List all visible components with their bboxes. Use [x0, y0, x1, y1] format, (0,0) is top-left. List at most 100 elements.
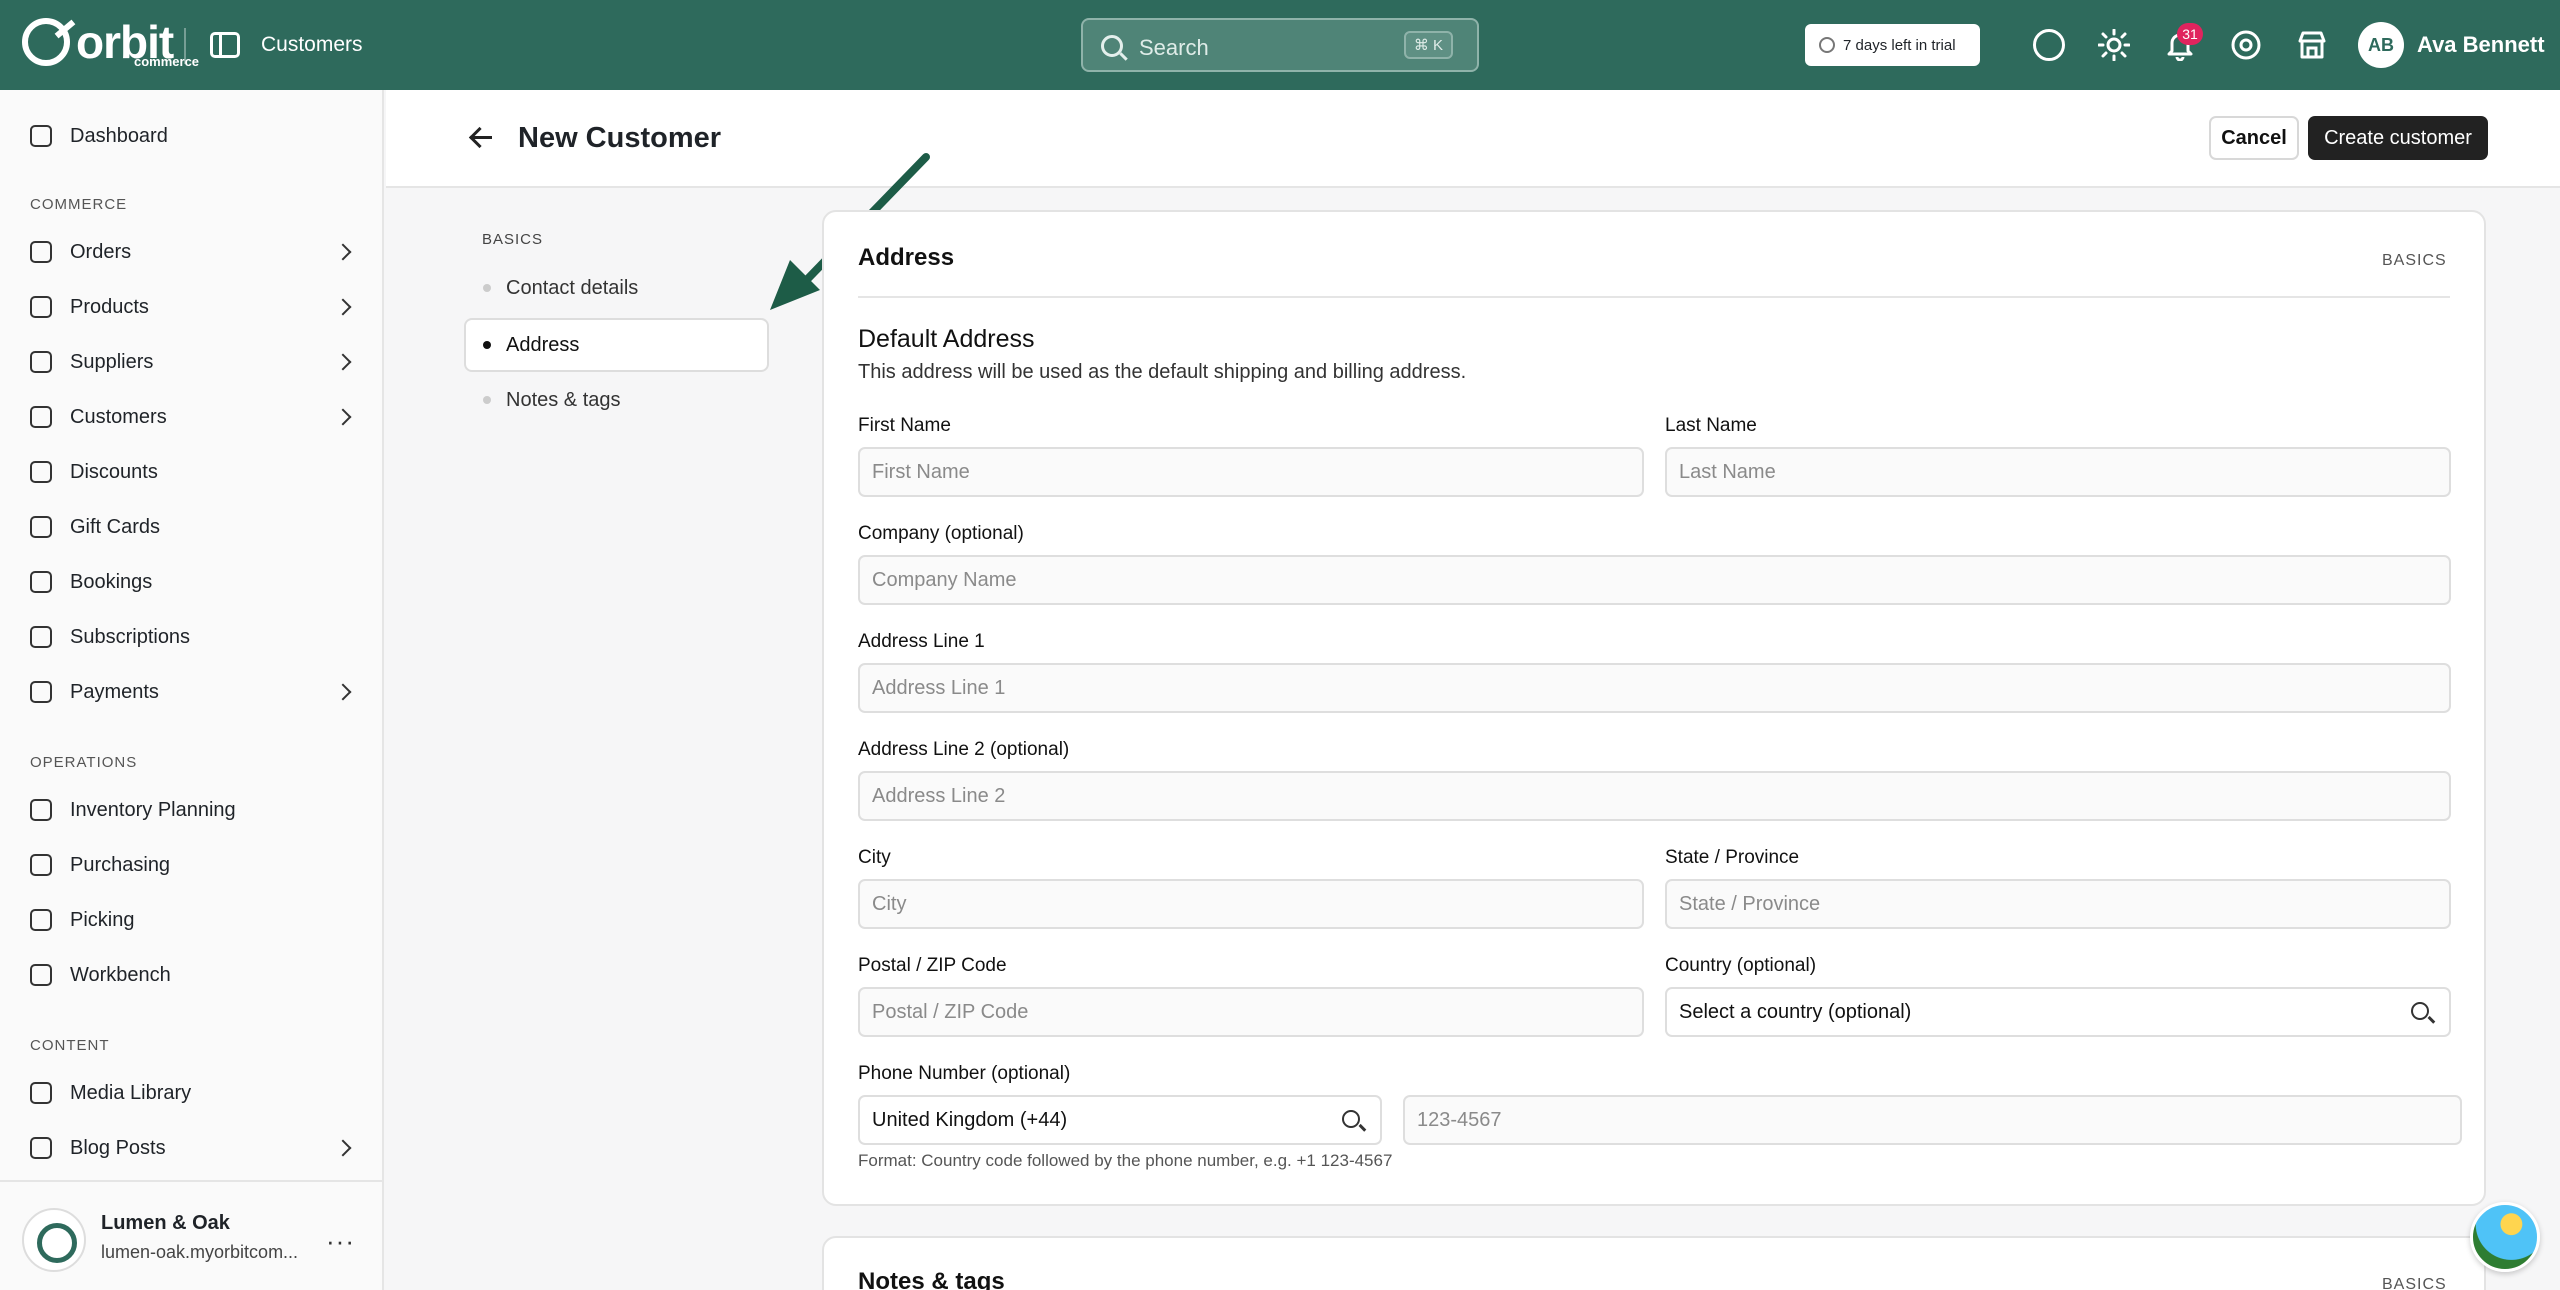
- help-lifebuoy-icon[interactable]: [2230, 29, 2262, 61]
- more-options-icon[interactable]: ···: [326, 1226, 355, 1257]
- store-switcher[interactable]: Lumen & Oak lumen-oak.myorbitcom... ···: [0, 1180, 384, 1290]
- toc-item-address[interactable]: Address: [464, 318, 769, 372]
- address-line1-field[interactable]: [858, 663, 2451, 713]
- topbar-divider: [184, 28, 186, 64]
- state-field[interactable]: [1665, 879, 2451, 929]
- sidebar: Dashboard COMMERCE Orders Products Suppl…: [0, 90, 384, 1290]
- address-line1-label: Address Line 1: [858, 631, 985, 652]
- box-icon: [30, 964, 52, 986]
- sidebar-item-label: Bookings: [70, 570, 153, 593]
- sidebar-item-label: Gift Cards: [70, 515, 161, 538]
- address-line2-field[interactable]: [858, 771, 2451, 821]
- ai-assistant-icon[interactable]: [2033, 29, 2065, 61]
- phone-country-value: United Kingdom (+44): [872, 1108, 1068, 1131]
- first-name-label: First Name: [858, 415, 951, 436]
- store-url: lumen-oak.myorbitcom...: [101, 1242, 299, 1262]
- search-icon: [1101, 35, 1123, 57]
- logo-sub: commerce: [134, 54, 200, 69]
- chevron-right-icon: [334, 298, 352, 316]
- city-label: City: [858, 847, 891, 868]
- page-title: New Customer: [518, 122, 722, 154]
- sidebar-item-label: Suppliers: [70, 350, 154, 373]
- sidebar-item-picking[interactable]: Picking: [0, 895, 384, 945]
- sidebar-item-dashboard[interactable]: Dashboard: [0, 111, 384, 161]
- sidebar-item-label: Purchasing: [70, 853, 171, 876]
- chevron-right-icon: [334, 243, 352, 261]
- sidebar-item-label: Orders: [70, 240, 132, 263]
- create-customer-button[interactable]: Create customer: [2308, 116, 2488, 160]
- sidebar-item-bookings[interactable]: Bookings: [0, 557, 384, 607]
- sidebar-item-workbench[interactable]: Workbench: [0, 950, 384, 1000]
- phone-label: Phone Number (optional): [858, 1063, 1071, 1084]
- toc-item-contact-details[interactable]: Contact details: [464, 261, 769, 315]
- search-placeholder: Search: [1139, 35, 1209, 60]
- phone-country-select[interactable]: United Kingdom (+44): [858, 1095, 1382, 1145]
- postal-field[interactable]: [858, 987, 1644, 1037]
- toc-item-label: Notes & tags: [506, 388, 621, 411]
- postal-label: Postal / ZIP Code: [858, 955, 1007, 976]
- sidebar-item-blog-posts[interactable]: Blog Posts: [0, 1123, 384, 1173]
- bullet-icon: [483, 284, 491, 292]
- storefront-icon[interactable]: [2296, 29, 2328, 61]
- company-field[interactable]: [858, 555, 2451, 605]
- section-heading-commerce: COMMERCE: [30, 196, 128, 213]
- sidebar-item-label: Discounts: [70, 460, 158, 483]
- sidebar-item-inventory-planning[interactable]: Inventory Planning: [0, 785, 384, 835]
- notes-card-tag: BASICS: [2382, 1276, 2447, 1290]
- sidebar-item-media-library[interactable]: Media Library: [0, 1068, 384, 1118]
- default-address-description: This address will be used as the default…: [858, 361, 1467, 383]
- sidebar-item-customers[interactable]: Customers: [0, 392, 384, 442]
- dashboard-icon: [30, 125, 52, 147]
- last-name-field[interactable]: [1665, 447, 2451, 497]
- address-line2-label: Address Line 2 (optional): [858, 739, 1070, 760]
- notes-card-title: Notes & tags: [858, 1268, 1005, 1290]
- sidebar-item-products[interactable]: Products: [0, 282, 384, 332]
- back-arrow-icon[interactable]: [470, 126, 494, 148]
- search-icon: [2411, 1002, 2429, 1020]
- orbit-logo[interactable]: orbit commerce: [22, 18, 199, 69]
- section-heading-content: CONTENT: [30, 1037, 110, 1054]
- gift-icon: [30, 516, 52, 538]
- chevron-right-icon: [334, 683, 352, 701]
- theme-sun-icon[interactable]: [2098, 29, 2130, 61]
- address-card-title: Address: [858, 244, 955, 271]
- tag-icon: [30, 461, 52, 483]
- clock-icon: [1819, 37, 1835, 53]
- toc-item-label: Contact details: [506, 276, 639, 299]
- user-name[interactable]: Ava Bennett: [2417, 32, 2545, 58]
- phone-number-field[interactable]: [1403, 1095, 2462, 1145]
- trial-text: 7 days left in trial: [1843, 36, 1956, 54]
- default-address-title: Default Address: [858, 325, 1035, 353]
- toc-heading: BASICS: [482, 231, 544, 248]
- sidebar-toggle-icon[interactable]: [210, 32, 240, 58]
- first-name-field[interactable]: [858, 447, 1644, 497]
- state-label: State / Province: [1665, 847, 1800, 868]
- search-box[interactable]: Search ⌘ K: [1081, 18, 1479, 72]
- country-label: Country (optional): [1665, 955, 1817, 976]
- city-field[interactable]: [858, 879, 1644, 929]
- top-bar: orbit commerce Customers Search ⌘ K 7 da…: [0, 0, 2560, 90]
- chevron-right-icon: [334, 408, 352, 426]
- assistant-launcher-icon[interactable]: [2470, 1202, 2540, 1272]
- sidebar-item-discounts[interactable]: Discounts: [0, 447, 384, 497]
- bullet-icon: [483, 396, 491, 404]
- notification-count-badge: 31: [2177, 23, 2203, 45]
- orders-icon: [30, 241, 52, 263]
- sidebar-item-purchasing[interactable]: Purchasing: [0, 840, 384, 890]
- sidebar-item-suppliers[interactable]: Suppliers: [0, 337, 384, 387]
- company-label: Company (optional): [858, 523, 1024, 544]
- chevron-right-icon: [334, 353, 352, 371]
- last-name-label: Last Name: [1665, 415, 1757, 436]
- sidebar-item-payments[interactable]: Payments: [0, 667, 384, 717]
- country-select[interactable]: Select a country (optional): [1665, 987, 2451, 1037]
- toc-item-notes-tags[interactable]: Notes & tags: [464, 373, 769, 427]
- sidebar-item-gift-cards[interactable]: Gift Cards: [0, 502, 384, 552]
- section-heading-operations: OPERATIONS: [30, 754, 138, 771]
- clipboard-icon: [30, 799, 52, 821]
- cancel-button[interactable]: Cancel: [2209, 116, 2299, 160]
- trial-badge[interactable]: 7 days left in trial: [1805, 24, 1980, 66]
- sidebar-item-subscriptions[interactable]: Subscriptions: [0, 612, 384, 662]
- user-avatar[interactable]: AB: [2358, 22, 2404, 68]
- sidebar-item-orders[interactable]: Orders: [0, 227, 384, 277]
- notes-tags-card: [822, 1236, 2486, 1290]
